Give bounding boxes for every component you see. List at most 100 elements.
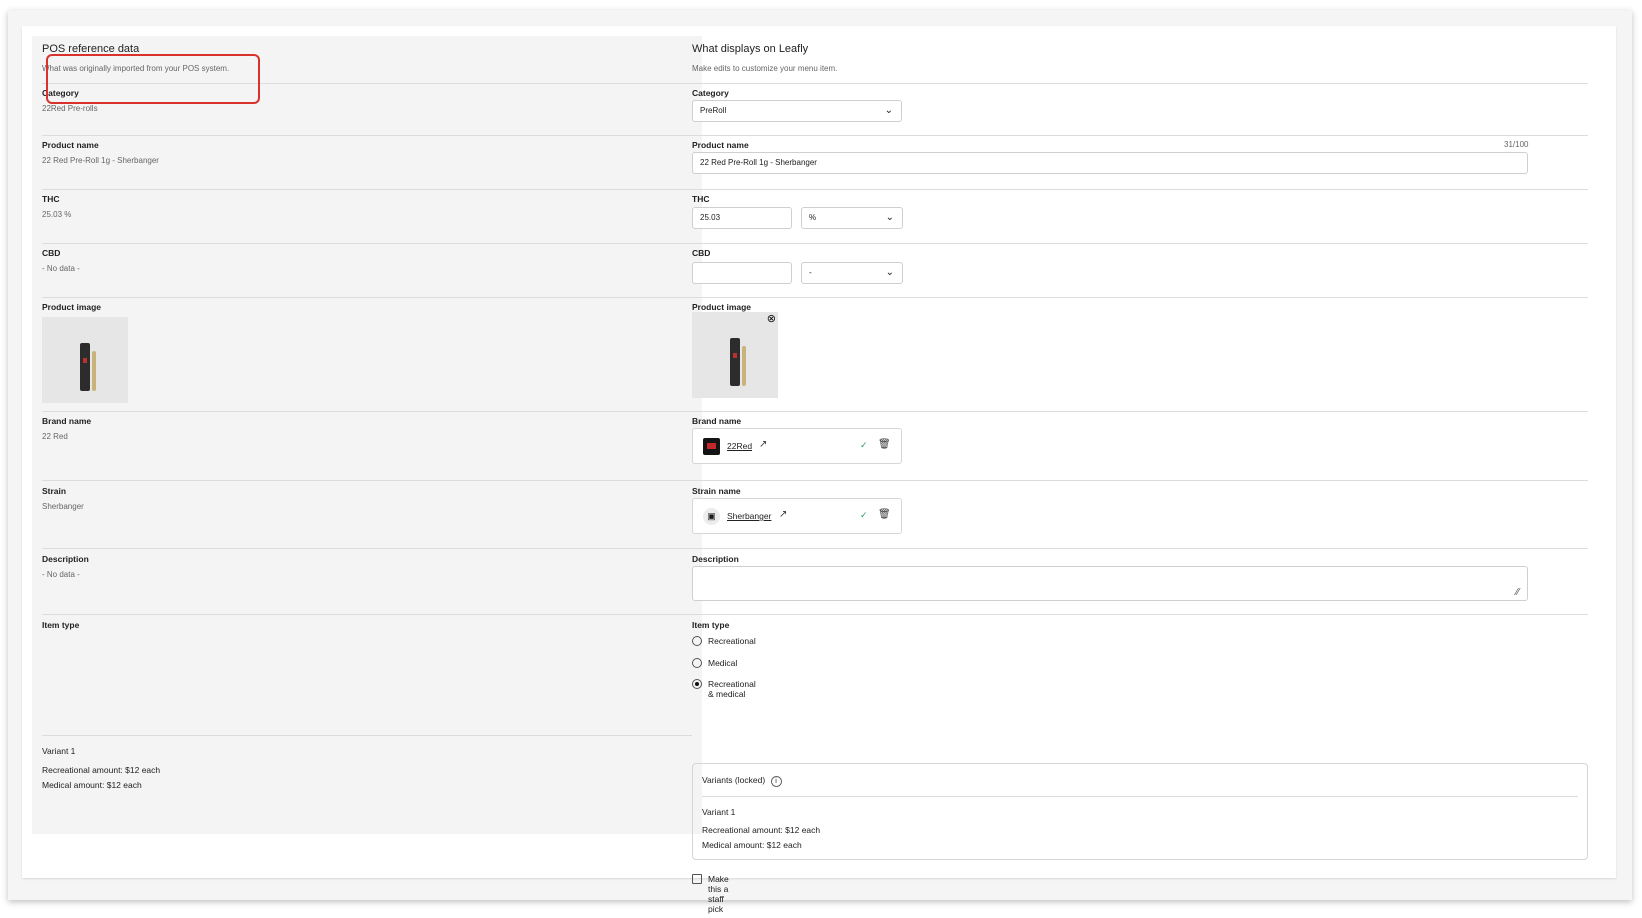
divider — [692, 297, 1588, 298]
pos-reference-panel: POS reference data What was originally i… — [32, 36, 702, 834]
close-circle-icon[interactable]: ⊗ — [767, 312, 776, 325]
divider — [42, 735, 692, 736]
leafly-subtitle: Make edits to customize your menu item. — [692, 64, 838, 73]
divider — [42, 243, 692, 244]
trash-icon[interactable]: 🗑 — [878, 439, 891, 450]
thc-input[interactable]: 25.03 — [692, 207, 792, 229]
radio-label: Recreational & medical — [708, 679, 756, 699]
category-label: Category — [692, 88, 729, 98]
divider — [42, 614, 692, 615]
radio-medical[interactable] — [692, 658, 702, 668]
divider — [692, 614, 1588, 615]
product-joint — [92, 351, 96, 391]
staff-pick-checkbox[interactable] — [692, 874, 702, 884]
divider — [42, 411, 692, 412]
external-link-icon[interactable]: ↗ — [759, 439, 767, 450]
pos-category-value: 22Red Pre-rolls — [42, 104, 98, 113]
trash-icon[interactable]: 🗑 — [878, 509, 891, 520]
cbd-label: CBD — [692, 248, 711, 258]
divider — [692, 548, 1588, 549]
check-icon: ✓ — [860, 510, 868, 520]
divider — [42, 480, 692, 481]
pos-brand-label: Brand name — [42, 416, 92, 426]
cbd-unit-value: - — [809, 268, 812, 277]
pos-cbd-value: - No data - — [42, 264, 80, 273]
radio-label: Recreational — [708, 636, 756, 646]
pos-strain-value: Sherbanger — [42, 502, 84, 511]
cbd-input[interactable] — [692, 262, 792, 284]
divider — [692, 480, 1588, 481]
brand-entity-card: 22Red ↗ ✓ 🗑 — [692, 428, 902, 464]
cbd-unit-select[interactable]: - ⌄ — [801, 262, 903, 284]
divider — [702, 796, 1578, 797]
pos-product-name-label: Product name — [42, 140, 99, 150]
pos-thc-label: THC — [42, 194, 60, 204]
pos-description-label: Description — [42, 554, 89, 564]
category-select-value: PreRoll — [700, 106, 727, 115]
divider — [692, 411, 1588, 412]
chevron-down-icon: ⌄ — [885, 212, 894, 223]
resize-handle-icon[interactable]: ⁄⁄ — [1516, 587, 1519, 598]
window-frame: POS reference data What was originally i… — [8, 10, 1632, 914]
strain-link[interactable]: Sherbanger — [727, 511, 771, 521]
product-name-label: Product name — [692, 140, 749, 150]
chevron-down-icon: ⌄ — [885, 267, 894, 278]
external-link-icon[interactable]: ↗ — [779, 509, 787, 520]
description-label: Description — [692, 554, 739, 564]
pos-image-label: Product image — [42, 302, 102, 312]
chevron-down-icon: ⌄ — [884, 105, 893, 116]
pos-cbd-label: CBD — [42, 248, 61, 258]
info-icon[interactable]: i — [770, 776, 782, 787]
radio-recreational[interactable] — [692, 636, 702, 646]
leafly-title: What displays on Leafly — [692, 43, 809, 55]
product-can — [80, 343, 90, 391]
product-name-counter: 31/100 — [1504, 140, 1529, 149]
variant-title: Variant 1 — [702, 807, 736, 817]
description-textarea[interactable] — [692, 566, 1528, 601]
highlight-box — [46, 54, 260, 104]
thc-label: THC — [692, 194, 710, 204]
pos-product-name-value: 22 Red Pre-Roll 1g - Sherbanger — [42, 156, 159, 165]
product-joint — [742, 346, 746, 386]
category-select[interactable]: PreRoll ⌄ — [692, 100, 902, 122]
strain-name-label: Strain name — [692, 486, 741, 496]
radio-label: Medical — [708, 658, 738, 668]
variants-title: Variants (locked) — [702, 775, 766, 785]
pos-brand-value: 22 Red — [42, 432, 68, 441]
brand-link[interactable]: 22Red — [727, 441, 752, 451]
divider — [42, 297, 692, 298]
product-can — [730, 338, 740, 386]
divider — [42, 189, 692, 190]
strain-entity-card: ▣ Sherbanger ↗ ✓ 🗑 — [692, 498, 902, 534]
divider — [42, 548, 692, 549]
edit-item-card: POS reference data What was originally i… — [22, 26, 1616, 914]
divider — [692, 243, 1588, 244]
product-image-label: Product image — [692, 302, 752, 312]
variant-rec: Recreational amount: $12 each — [702, 825, 821, 835]
thc-unit-value: % — [809, 213, 817, 222]
pos-item-type-label: Item type — [42, 620, 80, 630]
brand-name-label: Brand name — [692, 416, 742, 426]
pos-variant-med: Medical amount: $12 each — [42, 780, 142, 790]
pos-strain-label: Strain — [42, 486, 67, 496]
radio-rec-med[interactable] — [692, 679, 702, 689]
staff-pick-label: Make this a staff pick — [708, 874, 729, 914]
image-placeholder-icon: ▣ — [703, 508, 720, 525]
variants-locked-panel: Variants (locked) i Variant 1 Recreation… — [692, 763, 1588, 860]
divider — [692, 135, 1588, 136]
pos-thc-value: 25.03 % — [42, 210, 72, 219]
thc-unit-select[interactable]: % ⌄ — [801, 207, 903, 229]
variant-med: Medical amount: $12 each — [702, 840, 802, 850]
pos-variant-title: Variant 1 — [42, 746, 76, 756]
item-type-label: Item type — [692, 620, 730, 630]
divider — [692, 189, 1588, 190]
pos-product-image — [42, 317, 128, 403]
divider — [42, 135, 692, 136]
product-name-input[interactable]: 22 Red Pre-Roll 1g - Sherbanger — [692, 152, 1528, 174]
product-image: ⊗ — [692, 312, 778, 398]
brand-logo — [703, 438, 720, 455]
check-icon: ✓ — [860, 440, 868, 450]
pos-description-value: - No data - — [42, 570, 80, 579]
pos-variant-rec: Recreational amount: $12 each — [42, 765, 161, 775]
divider — [692, 83, 1588, 84]
